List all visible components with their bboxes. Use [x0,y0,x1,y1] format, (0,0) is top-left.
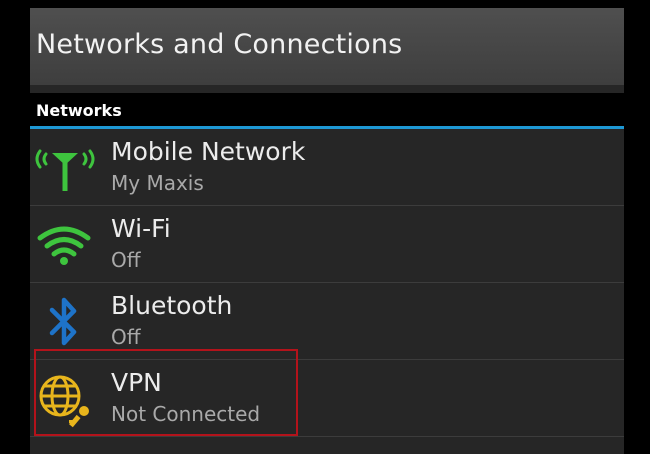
settings-screen: Networks and Connections Networks Mobile… [30,8,624,454]
list-item-mobile-network[interactable]: Mobile Network My Maxis [30,129,624,206]
cell-tower-icon [30,129,100,206]
item-status: Off [111,248,141,272]
section-label: Networks [36,101,122,120]
page-title: Networks and Connections [36,29,403,60]
item-label: Wi-Fi [111,214,171,243]
item-status: Off [111,325,141,349]
vpn-globe-key-icon [30,360,100,437]
item-label: Bluetooth [111,291,233,320]
bluetooth-icon [30,283,100,360]
list-item-vpn[interactable]: VPN Not Connected [30,360,624,437]
item-label: VPN [111,368,162,397]
item-status: My Maxis [111,171,204,195]
item-label: Mobile Network [111,137,306,166]
screenshot-frame: Networks and Connections Networks Mobile… [0,0,650,454]
item-status: Not Connected [111,402,261,426]
title-bar: Networks and Connections [30,8,624,85]
section-header-networks: Networks [30,93,624,129]
list-item-wifi[interactable]: Wi-Fi Off [30,206,624,283]
wifi-icon [30,206,100,283]
list-item-bluetooth[interactable]: Bluetooth Off [30,283,624,360]
